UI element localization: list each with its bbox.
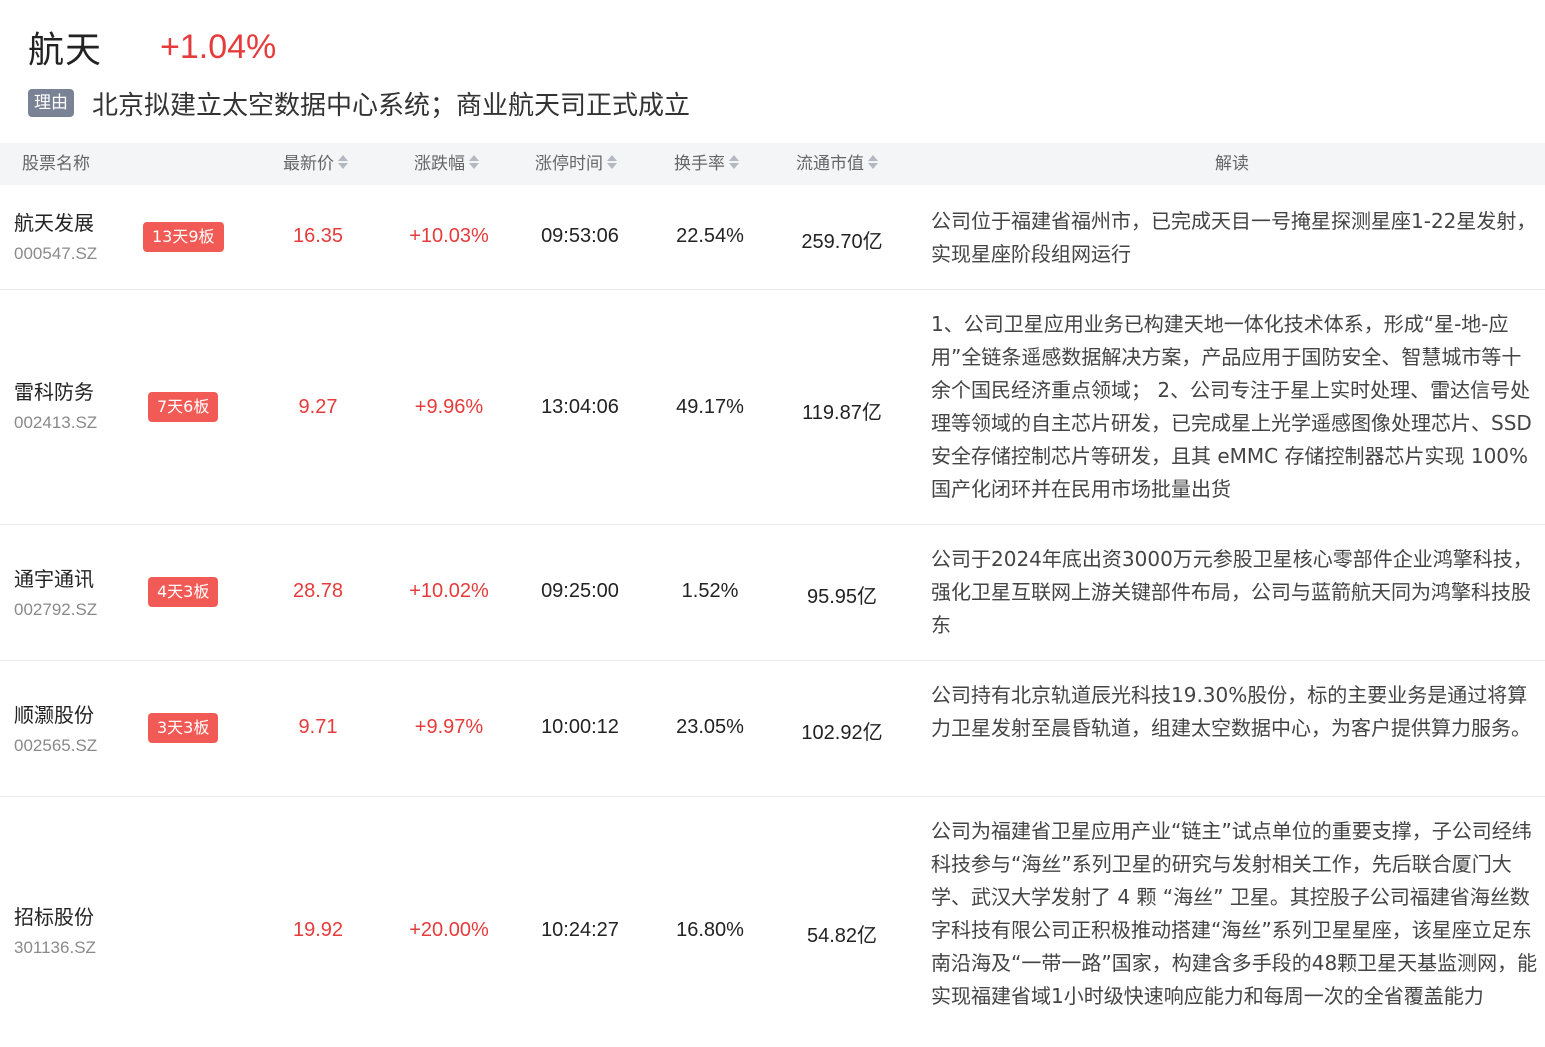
sort-icon[interactable]	[337, 153, 349, 171]
column-header-description: 解读	[1215, 154, 1249, 174]
stock-cell[interactable]: 雷科防务 002413.SZ	[14, 376, 97, 433]
board-badge: 13天9板	[143, 222, 224, 252]
column-header-market-cap-label: 流通市值	[796, 154, 864, 174]
stock-cell[interactable]: 通宇通讯 002792.SZ	[14, 563, 97, 620]
market-cap-cell: 54.82亿	[806, 925, 878, 947]
market-cap-cell: 259.70亿	[801, 231, 883, 253]
column-header-turnover[interactable]: 换手率	[674, 143, 740, 185]
sort-icon[interactable]	[468, 153, 480, 171]
limit-time-cell: 10:24:27	[541, 919, 619, 941]
table-row[interactable]: 航天发展 000547.SZ 13天9板 16.35 +10.03% 09:53…	[0, 185, 1545, 290]
table-row[interactable]: 招标股份 301136.SZ 19.92 +20.00% 10:24:27 16…	[0, 797, 1545, 1047]
market-cap-cell: 95.95亿	[806, 586, 878, 608]
column-header-price-label: 最新价	[283, 154, 334, 174]
stock-code: 000547.SZ	[14, 244, 98, 263]
reason-tag: 理由	[28, 89, 74, 117]
column-header-change[interactable]: 涨跌幅	[414, 143, 480, 185]
column-header-limit-time[interactable]: 涨停时间	[535, 143, 618, 185]
change-cell: +10.02%	[409, 580, 489, 602]
column-header-change-label: 涨跌幅	[414, 154, 465, 174]
sector-name: 航天	[28, 30, 103, 71]
description-cell: 公司持有北京轨道辰光科技19.30%股份，标的主要业务是通过将算力卫星发射至晨昏…	[931, 683, 1531, 740]
column-header-market-cap[interactable]: 流通市值	[796, 143, 879, 185]
sort-icon[interactable]	[867, 153, 879, 171]
market-cap-cell: 119.87亿	[802, 402, 882, 424]
stock-code: 002792.SZ	[14, 600, 98, 619]
stock-name[interactable]: 航天发展	[14, 207, 97, 236]
stock-code: 002413.SZ	[14, 413, 98, 432]
stock-name[interactable]: 雷科防务	[14, 376, 97, 405]
price-cell: 16.35	[292, 225, 344, 247]
change-cell: +10.03%	[409, 225, 489, 247]
board-badge: 7天6板	[148, 392, 219, 422]
sort-icon[interactable]	[728, 153, 740, 171]
turnover-cell: 16.80%	[676, 919, 744, 941]
turnover-cell: 22.54%	[676, 225, 744, 247]
turnover-cell: 1.52%	[681, 580, 739, 602]
stock-name[interactable]: 招标股份	[14, 901, 96, 930]
stock-name[interactable]: 顺灏股份	[14, 699, 97, 728]
stock-cell[interactable]: 顺灏股份 002565.SZ	[14, 699, 97, 756]
board-badge: 4天3板	[148, 577, 219, 607]
stock-code: 301136.SZ	[14, 938, 96, 957]
description-cell: 公司位于福建省福州市，已完成天目一号掩星探测星座1-22星发射，实现星座阶段组网…	[931, 209, 1537, 266]
turnover-cell: 23.05%	[676, 716, 744, 738]
sort-icon[interactable]	[606, 153, 618, 171]
change-cell: +9.97%	[414, 716, 484, 738]
description-cell: 1、公司卫星应用业务已构建天地一体化技术体系，形成“星-地-应用”全链条遥感数据…	[931, 312, 1532, 501]
limit-time-cell: 13:04:06	[541, 396, 619, 418]
stock-cell[interactable]: 招标股份 301136.SZ	[14, 901, 96, 958]
table-row[interactable]: 通宇通讯 002792.SZ 4天3板 28.78 +10.02% 09:25:…	[0, 525, 1545, 661]
change-cell: +20.00%	[409, 919, 489, 941]
price-cell: 9.71	[298, 716, 338, 738]
board-badge: 3天3板	[148, 713, 219, 743]
limit-time-cell: 09:53:06	[541, 225, 619, 247]
column-header-price[interactable]: 最新价	[283, 143, 349, 185]
limit-time-cell: 09:25:00	[541, 580, 619, 602]
column-header-name: 股票名称	[22, 154, 90, 174]
reason-text: 北京拟建立太空数据中心系统；商业航天司正式成立	[92, 90, 691, 121]
price-cell: 9.27	[298, 396, 338, 418]
description-cell: 公司为福建省卫星应用产业“链主”试点单位的重要支撑，子公司经纬科技参与“海丝”系…	[931, 819, 1538, 1008]
reason-row: 理由 北京拟建立太空数据中心系统；商业航天司正式成立	[28, 86, 691, 121]
stock-cell[interactable]: 航天发展 000547.SZ	[14, 207, 97, 264]
column-header-limit-time-label: 涨停时间	[535, 154, 603, 174]
limit-time-cell: 10:00:12	[541, 716, 619, 738]
price-cell: 28.78	[292, 580, 344, 602]
stock-name[interactable]: 通宇通讯	[14, 563, 97, 592]
table-header: 股票名称 最新价 涨跌幅 涨停时间 换手率 流通市值 解读	[0, 143, 1545, 185]
market-cap-cell: 102.92亿	[801, 722, 883, 744]
sector-change: +1.04%	[160, 27, 277, 66]
table-row[interactable]: 顺灏股份 002565.SZ 3天3板 9.71 +9.97% 10:00:12…	[0, 661, 1545, 797]
table-row[interactable]: 雷科防务 002413.SZ 7天6板 9.27 +9.96% 13:04:06…	[0, 290, 1545, 525]
column-header-turnover-label: 换手率	[674, 154, 725, 174]
sector-header: 航天 +1.04%	[28, 22, 276, 72]
turnover-cell: 49.17%	[676, 396, 744, 418]
stock-code: 002565.SZ	[14, 736, 98, 755]
change-cell: +9.96%	[414, 396, 484, 418]
stock-table: 股票名称 最新价 涨跌幅 涨停时间 换手率 流通市值 解读 航天发展 00054…	[0, 143, 1545, 1047]
description-cell: 公司于2024年底出资3000万元参股卫星核心零部件企业鸿擎科技，强化卫星互联网…	[931, 547, 1533, 637]
price-cell: 19.92	[292, 919, 344, 941]
